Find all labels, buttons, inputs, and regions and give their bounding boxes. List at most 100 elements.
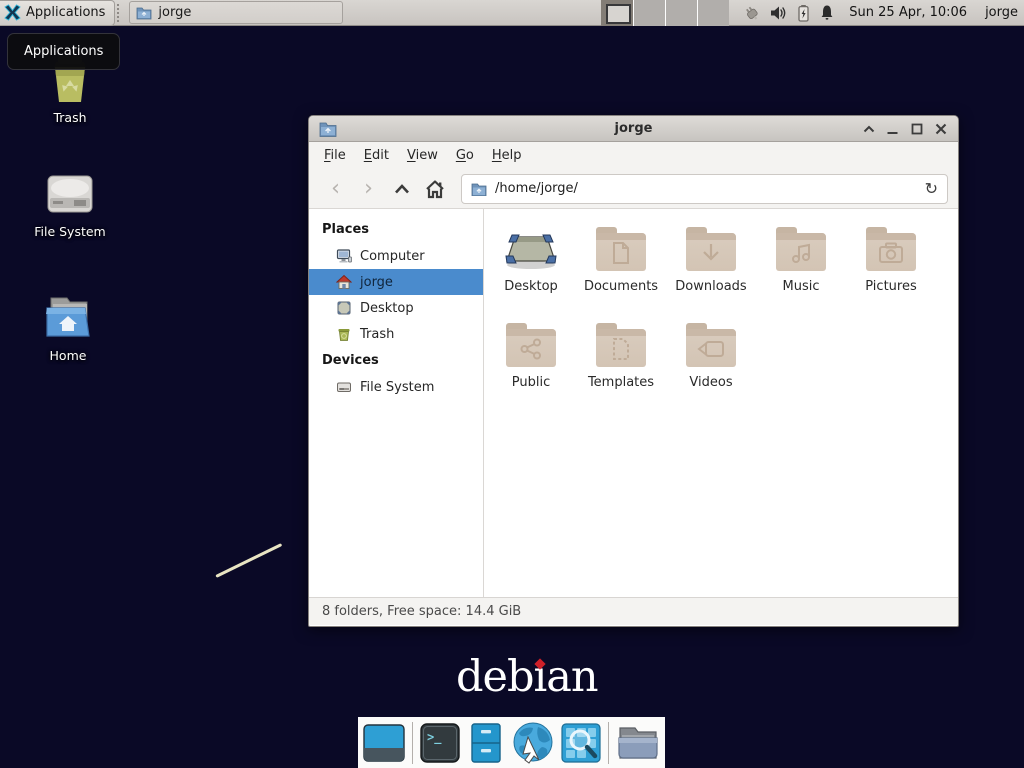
show-desktop-button[interactable] — [363, 721, 405, 765]
sidebar-item-label: File System — [360, 380, 434, 395]
sidebar-item-desktop[interactable]: Desktop — [309, 295, 483, 321]
folder-item-documents[interactable]: Documents — [576, 221, 666, 313]
sidebar-item-label: Desktop — [360, 301, 414, 316]
folder-label: Videos — [689, 375, 732, 390]
folder-icon — [471, 182, 487, 196]
xfce-logo-icon — [4, 4, 21, 21]
home-button[interactable] — [418, 175, 451, 203]
close-button[interactable] — [933, 121, 948, 136]
titlebar[interactable]: jorge — [309, 116, 958, 142]
folder-item-music[interactable]: Music — [756, 221, 846, 313]
folder-icon — [686, 329, 736, 367]
path-text[interactable]: /home/jorge/ — [495, 181, 578, 196]
sidebar-item-jorge[interactable]: jorge — [309, 269, 483, 295]
workspace-switcher[interactable] — [601, 0, 729, 26]
home-icon — [424, 179, 446, 199]
desktop-icon — [504, 225, 558, 271]
sidebar-item-label: Computer — [360, 249, 425, 264]
taskbar-button-jorge[interactable]: jorge — [129, 1, 343, 24]
up-button[interactable] — [385, 175, 418, 203]
toolbar: ‹ › /home/jorge/ ↻ — [309, 169, 958, 209]
folder-label: Music — [783, 279, 820, 294]
folder-label: Downloads — [675, 279, 746, 294]
menu-view[interactable]: View — [398, 144, 447, 167]
desktop-icon-label: Home — [18, 348, 118, 363]
desktop-icon-label: File System — [20, 224, 120, 239]
panel-username[interactable]: jorge — [985, 5, 1018, 20]
location-bar[interactable]: /home/jorge/ ↻ — [461, 174, 948, 204]
minimize-button[interactable] — [885, 121, 900, 136]
folder-item-desktop[interactable]: Desktop — [486, 221, 576, 313]
web-browser-launcher[interactable] — [511, 721, 555, 765]
menu-edit[interactable]: Edit — [355, 144, 398, 167]
menubar: File Edit View Go Help — [309, 142, 958, 169]
drive-icon — [44, 168, 96, 218]
dock-separator — [608, 722, 609, 764]
shade-button[interactable] — [861, 121, 876, 136]
applications-menu-label: Applications — [26, 5, 105, 20]
up-icon — [394, 184, 410, 194]
folder-label: Templates — [588, 375, 654, 390]
sidebar-item-trash[interactable]: Trash — [309, 321, 483, 347]
reload-button[interactable]: ↻ — [925, 179, 938, 198]
status-text: 8 folders, Free space: 14.4 GiB — [322, 604, 521, 619]
folder-view[interactable]: Desktop Documents Downloads — [484, 209, 958, 597]
folder-icon — [596, 329, 646, 367]
maximize-button[interactable] — [909, 121, 924, 136]
file-cabinet-icon — [471, 723, 501, 763]
menu-help[interactable]: Help — [483, 144, 531, 167]
volume-icon[interactable] — [770, 5, 788, 21]
app-finder-launcher[interactable] — [560, 721, 601, 765]
system-tray — [741, 4, 835, 22]
desktop-icon-home[interactable]: Home — [18, 290, 118, 363]
terminal-launcher[interactable]: >_ — [420, 721, 461, 765]
folder-label: Desktop — [504, 279, 558, 294]
workspace-2[interactable] — [633, 0, 665, 26]
folder-icon — [616, 724, 660, 762]
applications-tooltip: Applications — [7, 33, 120, 70]
panel-clock[interactable]: Sun 25 Apr, 10:06 — [849, 5, 967, 20]
sidebar-item-label: jorge — [360, 275, 393, 290]
trash-icon — [336, 326, 352, 342]
menu-file[interactable]: File — [315, 144, 355, 167]
notification-bell-icon[interactable] — [819, 4, 835, 21]
sidebar-item-label: Trash — [360, 327, 394, 342]
folder-icon — [506, 329, 556, 367]
file-manager-launcher[interactable] — [466, 721, 507, 765]
removable-device-icon[interactable] — [741, 4, 761, 22]
debian-logo: debıan — [456, 656, 598, 699]
folder-item-videos[interactable]: Videos — [666, 317, 756, 409]
sidebar-item-filesystem[interactable]: File System — [309, 374, 483, 400]
battery-icon[interactable] — [797, 4, 810, 22]
workspace-4[interactable] — [697, 0, 729, 26]
workspace-1[interactable] — [601, 0, 633, 26]
folder-icon — [596, 233, 646, 271]
show-desktop-icon — [363, 724, 405, 762]
folder-icon — [136, 6, 152, 20]
stroke-artifact — [215, 543, 282, 578]
folder-label: Public — [512, 375, 550, 390]
workspace-3[interactable] — [665, 0, 697, 26]
forward-button[interactable]: › — [352, 175, 385, 203]
applications-menu-button[interactable]: Applications — [0, 0, 115, 26]
folder-item-pictures[interactable]: Pictures — [846, 221, 936, 313]
drive-icon — [336, 379, 352, 395]
folder-label: Pictures — [865, 279, 916, 294]
taskbar-button-label: jorge — [158, 5, 191, 20]
folder-item-templates[interactable]: Templates — [576, 317, 666, 409]
file-manager-window[interactable]: jorge File Edit View Go Help ‹ › — [308, 115, 959, 627]
folder-icon — [686, 233, 736, 271]
sidebar-item-computer[interactable]: Computer — [309, 243, 483, 269]
terminal-icon: >_ — [420, 723, 460, 763]
folder-item-downloads[interactable]: Downloads — [666, 221, 756, 313]
home-folder-icon — [41, 290, 95, 342]
statusbar: 8 folders, Free space: 14.4 GiB — [309, 597, 958, 625]
folder-icon — [776, 233, 826, 271]
desktop-icon-label: Trash — [20, 110, 120, 125]
desktop-icon-filesystem[interactable]: File System — [20, 168, 120, 239]
directory-menu-launcher[interactable] — [616, 721, 660, 765]
back-button[interactable]: ‹ — [319, 175, 352, 203]
menu-go[interactable]: Go — [447, 144, 483, 167]
panel-handle[interactable] — [117, 4, 124, 22]
folder-item-public[interactable]: Public — [486, 317, 576, 409]
